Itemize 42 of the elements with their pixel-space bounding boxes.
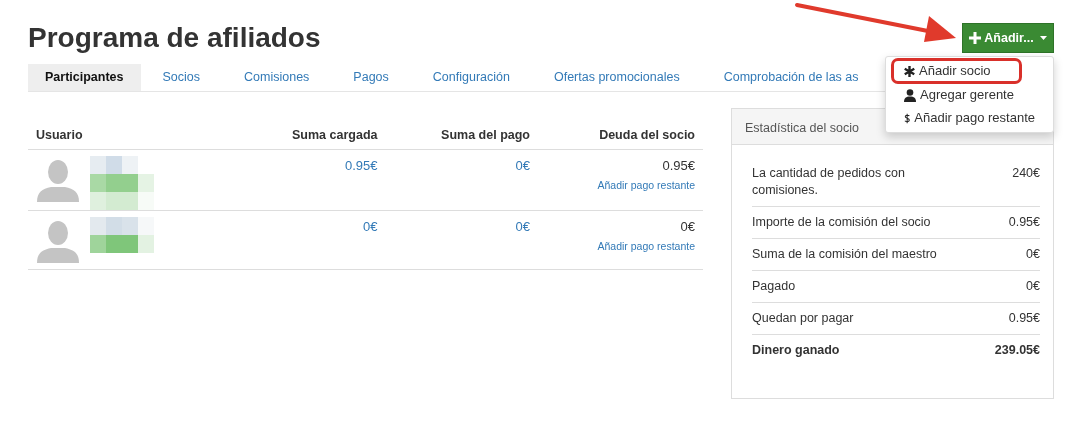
stat-value: 0.95€ [1008, 214, 1040, 231]
tab[interactable]: Pagos [331, 64, 411, 91]
tab[interactable]: Ofertas promocionales [531, 64, 702, 91]
stat-label: Importe de la comisión del socio [752, 214, 931, 231]
stat-label: Dinero ganado [752, 342, 840, 359]
tab[interactable]: Participantes [28, 64, 141, 91]
column-header: Suma del pago [385, 122, 538, 150]
menu-item[interactable]: Agregar gerente [886, 84, 1053, 106]
avatar-icon [36, 157, 80, 202]
column-header: Deuda del socio [538, 122, 703, 150]
column-header: Suma cargada [238, 122, 386, 150]
stat-label: Pagado [752, 278, 796, 295]
page-title: Programa de afiliados [28, 21, 321, 55]
table-cell: 0€ [385, 210, 538, 270]
table-cell: 0€ [385, 149, 538, 211]
stat-value: 0.95€ [1008, 310, 1040, 327]
tab[interactable]: Configuración [410, 64, 532, 91]
add-dropdown-button[interactable]: Añadir... [962, 23, 1054, 53]
tab[interactable]: Comprobación de las as [701, 64, 881, 91]
table-cell-text: 0€ [679, 217, 695, 236]
stat-label: Quedan por pagar [752, 310, 854, 327]
stat-value: 239.05€ [994, 342, 1040, 359]
person-icon [904, 88, 916, 102]
stat-label: Suma de la comisión del maestro [752, 246, 937, 263]
add-payment-link[interactable]: Añadir pago restante [597, 178, 695, 194]
stat-label: La cantidad de pedidos con comisiones. [752, 165, 906, 199]
stat-value: 0€ [1026, 278, 1040, 295]
add-payment-link[interactable]: Añadir pago restante [597, 239, 695, 255]
tab[interactable]: Comisiones [222, 64, 332, 91]
menu-item[interactable]: Añadir socio [894, 61, 1019, 81]
table-cell-text: 0.95€ [661, 156, 695, 175]
asterisk-icon [904, 65, 915, 77]
plus-icon [969, 32, 982, 44]
caret-icon [1039, 36, 1047, 40]
stat-value: 0€ [1026, 246, 1040, 263]
table-cell: 0€ [238, 210, 386, 270]
avatar-icon [36, 218, 80, 263]
column-header: Usuario [28, 122, 238, 150]
table-cell: 0.95€ [238, 149, 386, 211]
stat-value: 240€ [1012, 165, 1040, 182]
tab[interactable]: Socios [140, 64, 223, 91]
menu-item[interactable]: Añadir pago restante [886, 107, 1053, 129]
